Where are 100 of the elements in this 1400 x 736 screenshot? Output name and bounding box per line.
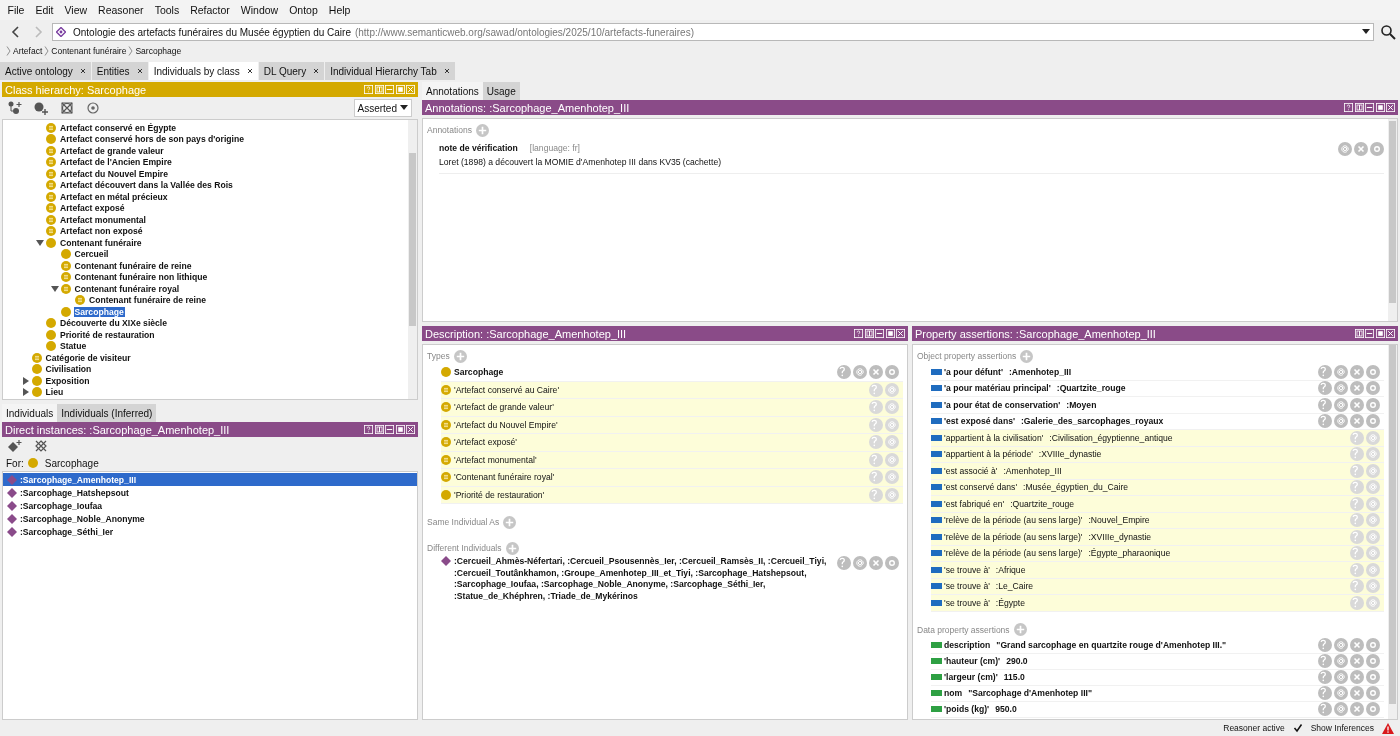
tree-item[interactable]: Contenant funéraire: [59, 237, 143, 248]
menu-item[interactable]: Ontop: [283, 4, 324, 16]
tree-item[interactable]: Lieu: [44, 387, 65, 398]
at-icon[interactable]: [1366, 447, 1380, 462]
at-icon[interactable]: [885, 435, 899, 450]
tab[interactable]: Individual Hierarchy Tab: [325, 62, 455, 80]
ring-icon[interactable]: [1366, 670, 1380, 684]
ring-icon[interactable]: [1366, 364, 1380, 379]
close-icon[interactable]: [136, 68, 143, 74]
list-item[interactable]: :Sarcophage_Ioufaa: [3, 499, 417, 512]
delete-icon[interactable]: [1354, 142, 1368, 156]
at-icon[interactable]: [1334, 686, 1348, 700]
tree-item[interactable]: Artefact non exposé: [59, 226, 144, 237]
tree-item[interactable]: Découverte du XIXe siècle: [59, 318, 168, 329]
ring-icon[interactable]: [1366, 654, 1380, 668]
ring-icon[interactable]: [1366, 638, 1380, 652]
split-view-icon[interactable]: [1354, 329, 1364, 338]
search-icon[interactable]: [1380, 24, 1396, 40]
tree-item[interactable]: Artefact de grande valeur: [59, 145, 165, 156]
tree-item[interactable]: Priorité de restauration: [59, 329, 156, 340]
close-icon[interactable]: [443, 68, 450, 74]
close-icon[interactable]: [246, 68, 253, 74]
warning-icon[interactable]: [1382, 722, 1394, 734]
add-individual-icon[interactable]: [8, 439, 22, 453]
help-icon[interactable]: [1344, 103, 1353, 112]
list-item[interactable]: :Sarcophage_Noble_Anonyme: [3, 512, 417, 525]
at-icon[interactable]: [1334, 702, 1348, 716]
tree-item[interactable]: Artefact conservé en Égypte: [59, 122, 178, 133]
tree-item[interactable]: Catégorie de visiteur: [44, 352, 132, 363]
mode-dropdown[interactable]: Asserted: [353, 99, 412, 117]
at-icon[interactable]: [1334, 397, 1348, 412]
tree-item[interactable]: Artefact conservé hors de son pays d'origine: [59, 134, 245, 145]
collapsed-arrow-icon[interactable]: [21, 388, 30, 397]
ring-icon[interactable]: [1366, 397, 1380, 412]
ring-icon[interactable]: [885, 556, 899, 570]
at-icon[interactable]: [1366, 513, 1380, 528]
expanded-arrow-icon[interactable]: [36, 238, 44, 247]
ring-icon[interactable]: [1370, 142, 1384, 156]
tab[interactable]: DL Query: [258, 62, 325, 80]
at-icon[interactable]: [885, 470, 899, 485]
tree-item[interactable]: Contenant funéraire de reine: [73, 260, 193, 271]
at-icon[interactable]: [1334, 414, 1348, 429]
tree-item[interactable]: Exposition: [44, 375, 91, 386]
menu-item[interactable]: View: [59, 4, 93, 16]
maximize-icon[interactable]: [1375, 329, 1385, 338]
delete-class-icon[interactable]: [60, 101, 74, 115]
at-icon[interactable]: [1366, 496, 1380, 511]
tab[interactable]: Usage: [482, 82, 520, 100]
at-icon[interactable]: [1366, 562, 1380, 577]
delete-icon[interactable]: [1350, 414, 1364, 429]
add-subclass-icon[interactable]: [8, 101, 22, 115]
delete-icon[interactable]: [1350, 670, 1364, 684]
tree-item[interactable]: Sarcophage: [73, 306, 125, 317]
at-icon[interactable]: [1334, 381, 1348, 396]
tree-item[interactable]: Artefact de l'Ancien Empire: [59, 157, 173, 168]
help-icon[interactable]: [854, 329, 863, 338]
at-icon[interactable]: [1366, 595, 1380, 610]
scrollbar[interactable]: [408, 120, 417, 399]
ring-icon[interactable]: [1366, 381, 1380, 396]
menu-item[interactable]: Tools: [149, 4, 185, 16]
close-icon[interactable]: [313, 68, 320, 74]
tree-item[interactable]: Artefact en métal précieux: [59, 191, 169, 202]
at-icon[interactable]: [1366, 529, 1380, 544]
tree-item[interactable]: Contenant funéraire de reine: [88, 295, 207, 306]
at-icon[interactable]: [1366, 480, 1380, 495]
caret-icon[interactable]: [1362, 29, 1370, 35]
at-icon[interactable]: [853, 556, 867, 570]
add-icon[interactable]: [503, 515, 517, 529]
menu-item[interactable]: File: [2, 4, 30, 16]
delete-individual-icon[interactable]: [34, 439, 48, 453]
minimize-icon[interactable]: [1365, 329, 1374, 338]
add-icon[interactable]: [505, 541, 519, 555]
at-icon[interactable]: [885, 417, 899, 432]
delete-icon[interactable]: [1350, 397, 1364, 412]
delete-icon[interactable]: [1350, 638, 1364, 652]
breadcrumb-item[interactable]: Contenant funéraire: [51, 46, 127, 56]
ring-icon[interactable]: [1366, 702, 1380, 716]
tree-item[interactable]: Statue: [59, 341, 88, 352]
at-icon[interactable]: [1334, 364, 1348, 379]
tab[interactable]: Annotations: [422, 82, 483, 100]
checkbox[interactable]: [1292, 723, 1303, 733]
breadcrumb-item[interactable]: Artefact: [13, 46, 43, 56]
delete-icon[interactable]: [869, 556, 883, 570]
at-icon[interactable]: [1366, 430, 1380, 445]
delete-icon[interactable]: [1350, 381, 1364, 396]
tree-item[interactable]: Contenant funéraire non lithique: [73, 272, 209, 283]
collapsed-arrow-icon[interactable]: [21, 376, 30, 385]
split-view-icon[interactable]: [1354, 103, 1364, 112]
menu-item[interactable]: Edit: [29, 4, 59, 16]
tab[interactable]: Individuals by class: [148, 62, 258, 80]
menu-item[interactable]: Refactor: [184, 4, 236, 16]
expanded-arrow-icon[interactable]: [50, 284, 59, 293]
at-icon[interactable]: [885, 452, 899, 467]
delete-icon[interactable]: [1350, 364, 1364, 379]
at-icon[interactable]: [1334, 654, 1348, 668]
add-sibling-class-icon[interactable]: [34, 101, 48, 115]
list-item[interactable]: :Sarcophage_Séthi_Ier: [3, 525, 417, 538]
breadcrumb-item[interactable]: Sarcophage: [135, 46, 182, 56]
menu-item[interactable]: Help: [323, 4, 356, 16]
ring-icon[interactable]: [1366, 414, 1380, 429]
